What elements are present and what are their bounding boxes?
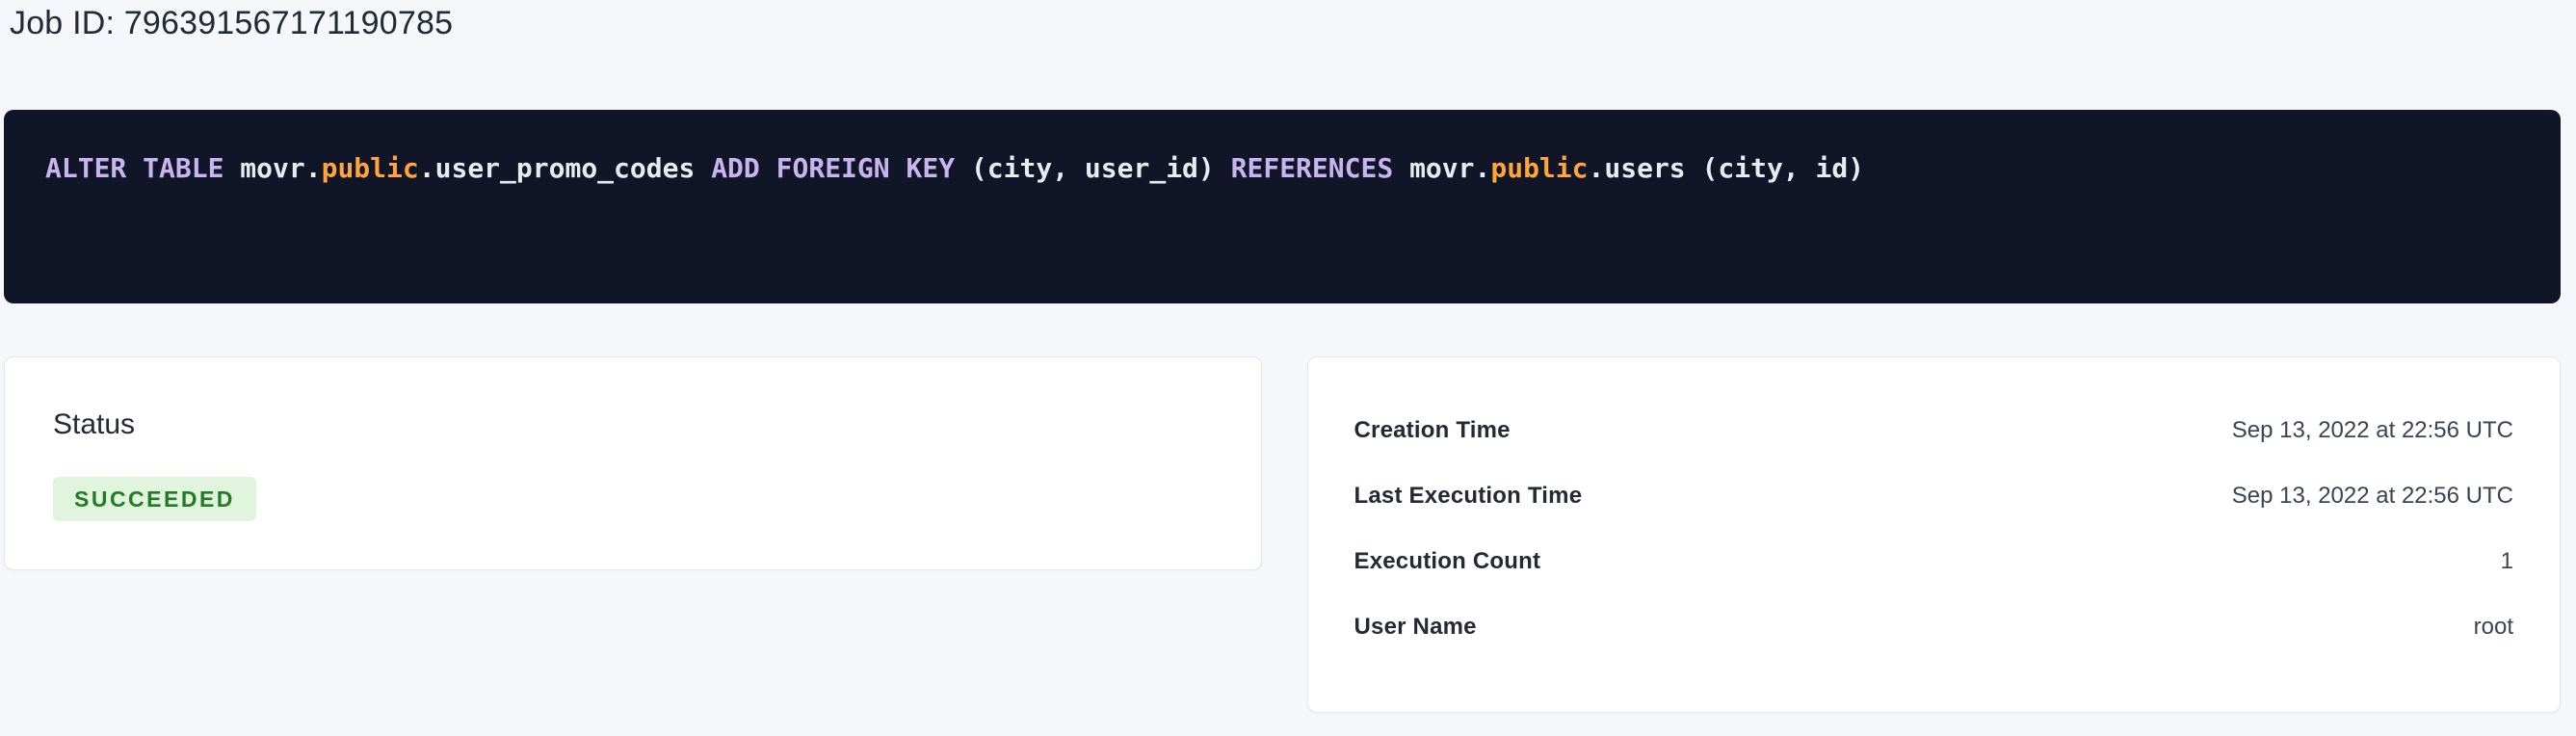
sql-token-keyword: ADD FOREIGN KEY (711, 152, 971, 184)
status-card: Status SUCCEEDED (4, 356, 1262, 570)
summary-cards-row: Status SUCCEEDED Creation Time Sep 13, 2… (4, 356, 2561, 713)
page-title: Job ID: 796391567171190785 (10, 2, 2561, 42)
sql-statement-box: ALTER TABLE movr.public.user_promo_codes… (4, 110, 2561, 303)
detail-value: Sep 13, 2022 at 22:56 UTC (2232, 417, 2513, 444)
detail-label: Execution Count (1354, 548, 1541, 575)
sql-token-identifier: .user_promo_codes (419, 152, 711, 184)
detail-label: Creation Time (1354, 417, 1511, 444)
detail-row-user-name: User Name root (1354, 594, 2514, 660)
sql-token-schema: public (322, 152, 419, 184)
detail-value: Sep 13, 2022 at 22:56 UTC (2232, 483, 2513, 510)
sql-token-identifier: .users (city, id) (1589, 152, 1865, 184)
detail-row-last-execution-time: Last Execution Time Sep 13, 2022 at 22:5… (1354, 463, 2514, 529)
sql-token-keyword: REFERENCES (1231, 152, 1409, 184)
job-details-card: Creation Time Sep 13, 2022 at 22:56 UTC … (1307, 356, 2562, 713)
sql-statement: ALTER TABLE movr.public.user_promo_codes… (45, 150, 2519, 187)
detail-row-execution-count: Execution Count 1 (1354, 529, 2514, 594)
status-card-title: Status (53, 406, 1213, 444)
detail-value: 1 (2501, 548, 2513, 575)
sql-token-identifier: movr. (1409, 152, 1490, 184)
detail-label: User Name (1354, 614, 1477, 641)
detail-label: Last Execution Time (1354, 483, 1583, 510)
sql-token-schema: public (1490, 152, 1588, 184)
job-details-page: Job ID: 796391567171190785 ALTER TABLE m… (0, 0, 2576, 736)
sql-token-keyword: ALTER TABLE (45, 152, 240, 184)
detail-value: root (2474, 614, 2513, 641)
sql-token-identifier: movr. (240, 152, 321, 184)
sql-token-identifier: (city, user_id) (971, 152, 1231, 184)
detail-row-creation-time: Creation Time Sep 13, 2022 at 22:56 UTC (1354, 398, 2514, 463)
status-badge: SUCCEEDED (53, 477, 256, 521)
